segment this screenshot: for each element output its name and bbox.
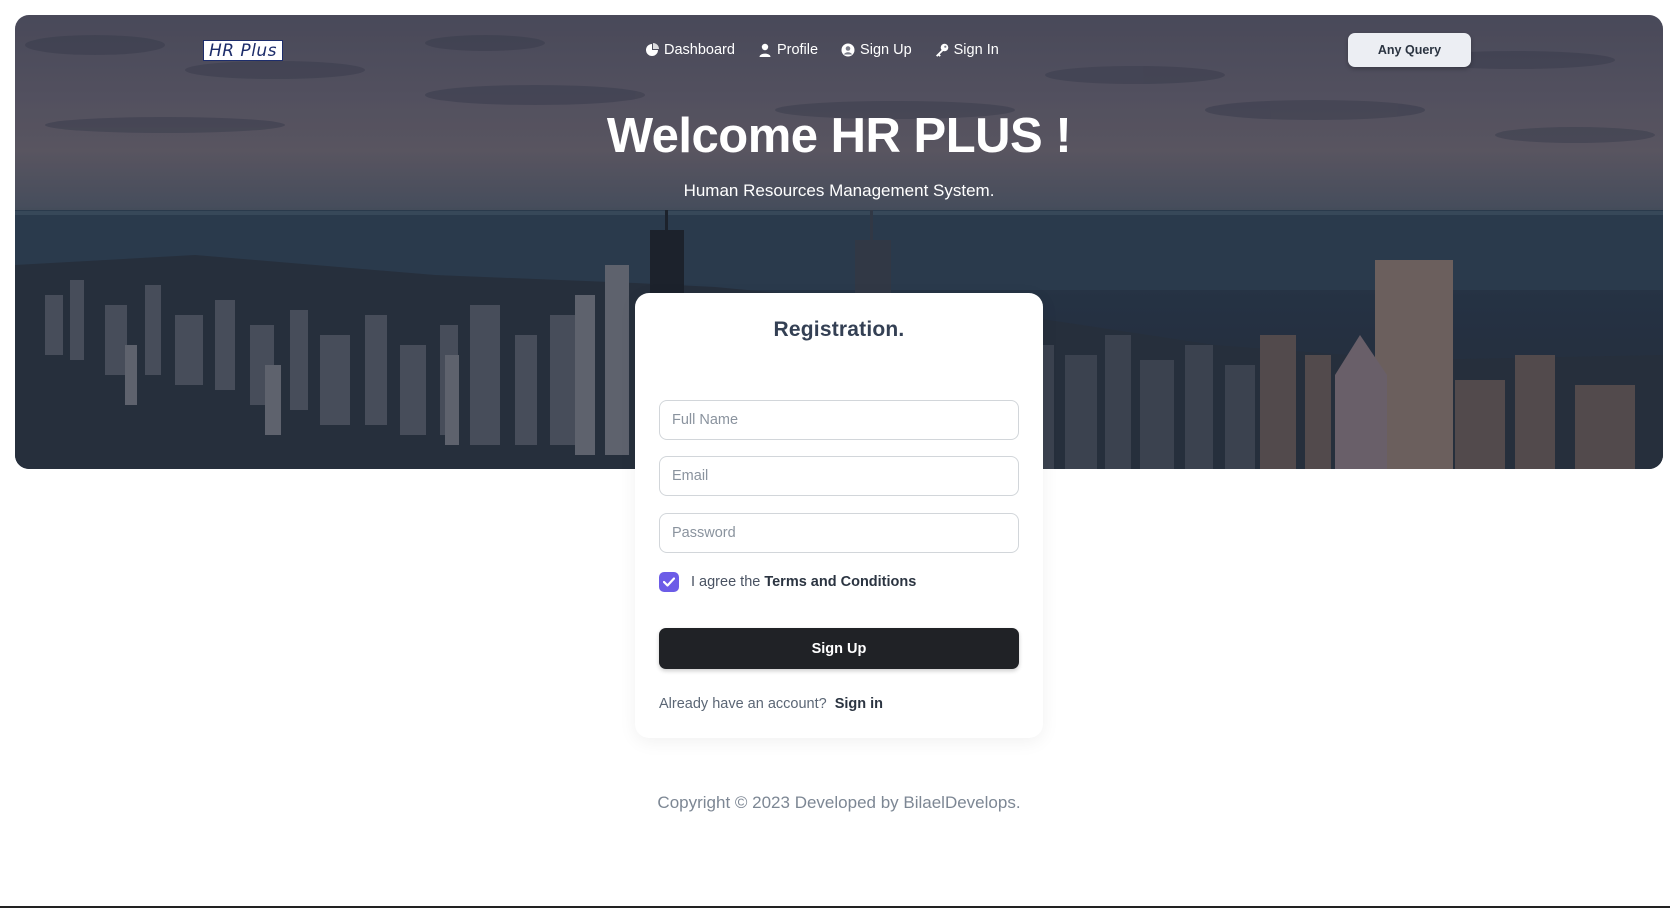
- pie-chart-icon: [646, 43, 659, 56]
- email-input[interactable]: [659, 456, 1019, 496]
- nav-item-label: Dashboard: [664, 42, 735, 58]
- password-input[interactable]: [659, 513, 1019, 553]
- check-icon: [663, 577, 675, 587]
- nav-item-sign-in[interactable]: Sign In: [935, 42, 999, 58]
- logo[interactable]: HR Plus: [203, 40, 283, 61]
- nav-item-label: Profile: [776, 42, 819, 58]
- hero-title: Welcome HR PLUS !: [606, 109, 1072, 163]
- terms-checkbox[interactable]: [659, 572, 679, 592]
- hero-subtitle: Human Resources Management System.: [683, 181, 995, 200]
- nav-item-label: Sign In: [953, 42, 999, 58]
- main-nav: Dashboard Profile Sign Up Sign In: [645, 38, 1022, 62]
- sign-up-button[interactable]: Sign Up: [659, 628, 1019, 669]
- user-icon: [759, 43, 771, 57]
- already-label: Already have an account?: [659, 696, 827, 712]
- user-circle-icon: [841, 43, 855, 57]
- agree-text: I agree the: [691, 574, 761, 590]
- already-account-text: Already have an account? Sign in: [659, 696, 883, 712]
- terms-agreement: I agree the Terms and Conditions: [659, 572, 916, 592]
- nav-item-profile[interactable]: Profile: [758, 42, 818, 58]
- any-query-button[interactable]: Any Query: [1348, 33, 1471, 67]
- terms-link[interactable]: Terms and Conditions: [764, 574, 916, 590]
- page: HR Plus Dashboard Profile Sign Up Sign I…: [0, 0, 1670, 908]
- form-title: Registration.: [773, 318, 905, 341]
- nav-item-dashboard[interactable]: Dashboard: [645, 42, 735, 58]
- footer-copyright: Copyright © 2023 Developed by BilaelDeve…: [657, 793, 1021, 812]
- sign-in-link[interactable]: Sign in: [835, 696, 883, 712]
- full-name-input[interactable]: [659, 400, 1019, 440]
- nav-item-sign-up[interactable]: Sign Up: [841, 42, 912, 58]
- registration-card: Registration. I agree the Terms and Cond…: [635, 293, 1043, 738]
- nav-item-label: Sign Up: [860, 42, 912, 58]
- key-icon: [935, 43, 948, 57]
